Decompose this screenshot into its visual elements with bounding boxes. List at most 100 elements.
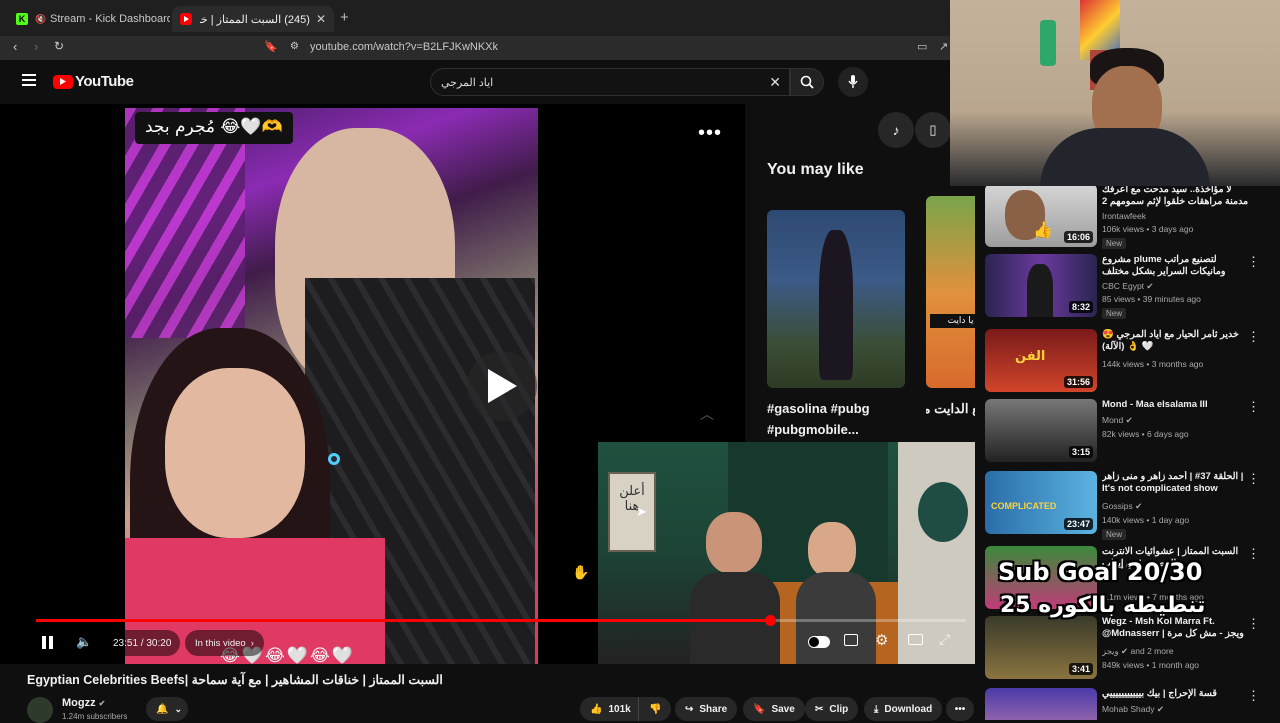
more-options-icon[interactable]: ••• [698, 122, 722, 145]
pause-icon[interactable] [42, 636, 53, 649]
duration-badge: 16:06 [1063, 231, 1093, 243]
music-note-icon[interactable]: ♪ [878, 112, 914, 148]
more-actions-button[interactable]: ••• [946, 697, 974, 721]
more-vert-icon[interactable]: ⋮ [1247, 255, 1260, 268]
woman-2-face [808, 522, 856, 578]
url-field[interactable]: youtube.com/watch?v=B2LFJKwNKXk [310, 41, 498, 53]
youtube-wordmark: YouTube [75, 73, 134, 90]
verified-icon: ✔ [1156, 704, 1164, 714]
video-title: Mond - Maa elsalama III [1102, 399, 1208, 410]
more-vert-icon[interactable]: ⋮ [1247, 330, 1260, 343]
wall-figure [1040, 20, 1056, 66]
like-button[interactable]: 👍 101k [580, 697, 643, 721]
video-title: لا مؤاخذة.. سيد مدحت مع اعرفك مدمنة مراه… [1102, 184, 1249, 207]
more-vert-icon[interactable]: ⋮ [1247, 617, 1260, 630]
back-icon[interactable]: ‹ [13, 39, 17, 54]
save-button[interactable]: 🔖 Save [743, 697, 805, 721]
list-item[interactable]: 👍 16:06 لا مؤاخذة.. سيد مدحت مع اعرفك مد… [985, 184, 1275, 250]
subtitles-icon[interactable] [844, 634, 858, 646]
search-query: اياد المرجي [441, 76, 494, 89]
man-2-face [706, 512, 762, 574]
search-button[interactable] [790, 68, 824, 96]
site-info-icon[interactable]: ⚙ [290, 41, 299, 52]
bookmark-icon[interactable]: 🔖 [264, 40, 278, 53]
fullscreen-icon[interactable]: ⤢ [939, 631, 950, 648]
in-this-video-label: In this video [195, 637, 246, 649]
duration-badge: 8:32 [1068, 301, 1093, 313]
youtube-logo[interactable]: YouTube [53, 73, 134, 90]
mute-icon: 🔇 [35, 13, 47, 24]
clear-search-icon[interactable]: ✕ [769, 74, 781, 91]
short-title-1[interactable]: #gasolina #pubg #pubgmobile... [767, 398, 897, 440]
duration-badge: 23:47 [1063, 518, 1093, 530]
chevron-up-icon[interactable]: ︿ [700, 404, 714, 424]
theater-mode-icon[interactable] [908, 634, 923, 645]
list-item[interactable]: قسة الإحراج | بيك بيييييييييييي Mohab Sh… [985, 688, 1275, 720]
scrubber-handle[interactable] [764, 615, 776, 626]
more-vert-icon[interactable]: ⋮ [1247, 547, 1260, 560]
close-tab-icon[interactable]: ✕ [316, 12, 326, 26]
video-stats: 849k views • 1 month ago [1102, 660, 1200, 670]
search-input[interactable]: اياد المرجي ✕ [430, 68, 790, 96]
more-vert-icon[interactable]: ⋮ [1247, 472, 1260, 485]
list-item[interactable]: الفن 31:56 خدير ثامر الحيار مع اياد المر… [985, 329, 1275, 395]
big-play-button[interactable] [467, 351, 537, 421]
share-button[interactable]: ↪ Share [675, 697, 738, 721]
duration-badge: 31:56 [1063, 376, 1093, 388]
new-tab-button[interactable]: + [340, 9, 349, 26]
channel-name[interactable]: Mogzz ✔ [62, 697, 105, 709]
progress-bar[interactable] [36, 619, 966, 622]
channel-name: Irontawfeek [1102, 211, 1146, 221]
clip-button[interactable]: ✂ Clip [805, 697, 859, 721]
download-button[interactable]: ⤓ Download [864, 697, 943, 721]
search-icon [800, 75, 814, 89]
channel-avatar[interactable] [27, 697, 53, 723]
forward-icon[interactable]: › [34, 39, 38, 54]
player-controls: 🔈 23:51 / 30:20 In this video › ⚙ ⤢ [0, 626, 975, 664]
like-count: 101k [608, 703, 631, 715]
dislike-button[interactable]: 👎 [638, 697, 672, 721]
video-stats: 140k views • 1 day ago [1102, 515, 1190, 525]
verified-icon: ✔ [1146, 281, 1154, 291]
short-title-2[interactable]: مع الدايت معانات مع [926, 398, 975, 419]
video-title: خدير ثامر الحيار مع اياد المرجي 😍 🤍 👌 (ا… [1102, 329, 1239, 352]
voice-search-button[interactable] [838, 67, 868, 97]
woman-face [165, 368, 305, 538]
tab-kick-dashboard[interactable]: K 🔇 Stream - Kick Dashboard [8, 6, 170, 32]
list-item[interactable]: 3:15 Mond - Maa elsalama III Mond ✔ 82k … [985, 399, 1275, 465]
volume-icon[interactable]: 🔈 [76, 634, 92, 650]
more-vert-icon[interactable]: ⋮ [1247, 400, 1260, 413]
reload-icon[interactable]: ↻ [54, 39, 64, 53]
video-stats: 85 views • 39 minutes ago [1102, 294, 1201, 304]
video-thumbnail: 👍 16:06 [985, 184, 1097, 247]
list-item[interactable]: 3:41 Wegz - Msh Kol Marra Ft. @Mdnasserr… [985, 616, 1275, 682]
list-item[interactable]: COMPLICATED 23:47 الحلقة 37# | أحمد زاهر… [985, 471, 1275, 540]
in-this-video-chip[interactable]: In this video › [185, 630, 264, 656]
tab-label: Stream - Kick Dashboard [50, 13, 170, 25]
share-page-icon[interactable]: ↗ [939, 40, 948, 53]
menu-icon[interactable] [22, 74, 36, 86]
browser-tab-bar: K 🔇 Stream - Kick Dashboard (245) السبت … [0, 0, 950, 36]
short-thumbnail-diet[interactable]: لت يا دايت [926, 196, 975, 388]
mobile-icon[interactable]: ▯ [915, 112, 951, 148]
settings-gear-icon[interactable]: ⚙ [875, 631, 888, 649]
subscribed-button[interactable]: 🔔 ⌄ [146, 697, 188, 721]
verified-icon: ✔ [1135, 501, 1143, 511]
short-thumbnail-pubg[interactable] [767, 210, 905, 388]
verified-icon: ✔ [1125, 415, 1133, 425]
time-display: 23:51 / 30:20 [104, 630, 181, 656]
bell-icon: 🔔 [156, 703, 169, 715]
download-icon: ⤓ [874, 703, 879, 715]
tab-youtube[interactable]: (245) السبت الممتاز | خناقات ال ✕ [172, 6, 334, 32]
more-vert-icon[interactable]: ⋮ [1247, 689, 1260, 702]
wall-sign: أعلن هنا [608, 472, 656, 552]
duration-badge: 3:15 [1068, 446, 1093, 458]
youtube-play-icon [53, 74, 73, 89]
list-item[interactable]: 8:32 مشروع plume لتصنيع مراتب ومانيكات ا… [985, 254, 1275, 320]
video-thumbnail [985, 688, 1097, 720]
autoplay-toggle[interactable] [808, 636, 830, 648]
diet-overlay-text: لت يا دايت [930, 314, 975, 328]
cast-icon[interactable]: ▭ [917, 40, 927, 53]
channel-name: Mond ✔ [1102, 415, 1133, 425]
share-label: Share [699, 703, 728, 715]
